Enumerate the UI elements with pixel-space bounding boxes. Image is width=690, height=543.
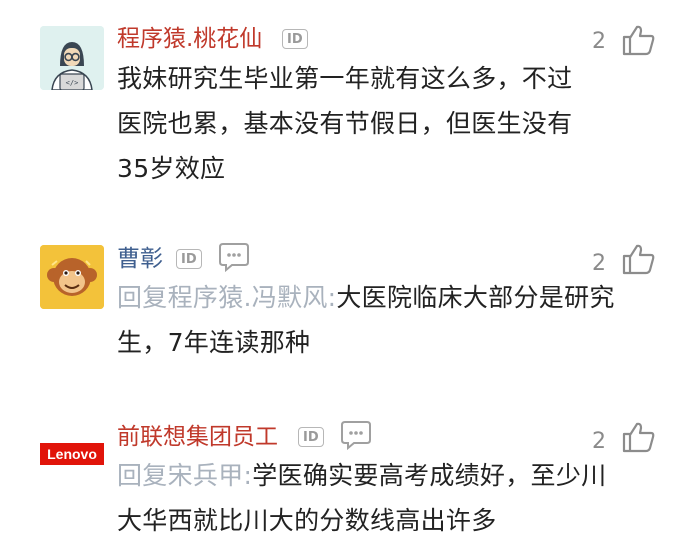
avatar[interactable]: Lenovo xyxy=(40,423,104,487)
avatar[interactable]: </> xyxy=(40,26,104,90)
chat-icon[interactable] xyxy=(340,420,372,450)
comment-text: 我妹研究生毕业第一年就有这么多，不过医院也累，基本没有节假日，但医生没有35岁效… xyxy=(117,64,573,183)
reply-prefix[interactable]: 回复宋兵甲: xyxy=(117,461,252,490)
username[interactable]: 曹彰 xyxy=(117,244,163,274)
thumbs-up-icon[interactable] xyxy=(622,243,656,275)
chat-icon[interactable] xyxy=(218,242,250,272)
id-badge: ID xyxy=(282,29,308,49)
like-count: 2 xyxy=(592,251,606,276)
thumbs-up-icon[interactable] xyxy=(622,421,656,453)
like-count: 2 xyxy=(592,429,606,454)
username[interactable]: 程序猿.桃花仙 xyxy=(117,24,262,54)
monkey-avatar-icon xyxy=(40,245,104,309)
comment-text: 回复宋兵甲:学医确实要高考成绩好，至少川大华西就比川大的分数线高出许多 xyxy=(117,453,617,543)
lenovo-logo: Lenovo xyxy=(40,443,104,465)
programmer-avatar-icon: </> xyxy=(40,26,104,90)
like-count: 2 xyxy=(592,29,606,54)
id-badge: ID xyxy=(176,249,202,269)
thumbs-up-icon[interactable] xyxy=(622,24,656,56)
svg-text:</>: </> xyxy=(66,79,79,87)
comment-text: 回复程序猿.冯默风:大医院临床大部分是研究生，7年连读那种 xyxy=(117,275,617,365)
reply-prefix[interactable]: 回复程序猿.冯默风: xyxy=(117,283,336,312)
username[interactable]: 前联想集团员工 xyxy=(117,422,278,452)
id-badge: ID xyxy=(298,427,324,447)
avatar[interactable] xyxy=(40,245,104,309)
